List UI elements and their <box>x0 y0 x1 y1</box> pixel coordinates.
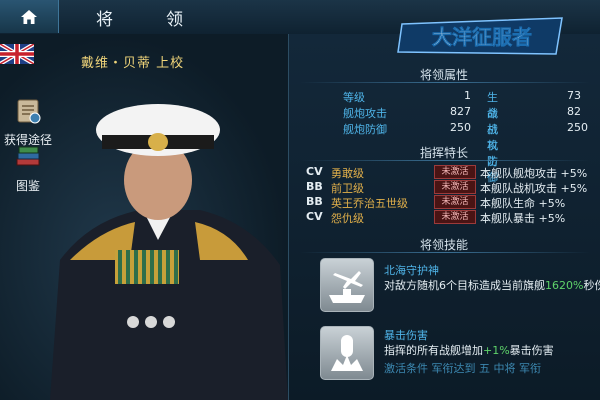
skill-1-desc: 对敌方随机6个目标造成当前旗舰1620%秒伤的伤 <box>384 279 600 292</box>
commander-name: 戴维・贝蒂 上校 <box>81 56 185 71</box>
logo-text: 大洋征服者 <box>432 25 532 49</box>
commander-portrait <box>50 104 288 400</box>
inactive-badge: 未激活 <box>434 180 476 194</box>
specialty-row: BB 前卫级 未激活 本舰队战机攻击 +5% <box>306 180 588 195</box>
union-jack-flag-icon <box>0 44 34 64</box>
game-logo: 大洋征服者 <box>397 17 563 55</box>
divider <box>300 160 590 161</box>
skill-2-name: 暴击伤害 <box>384 329 428 342</box>
skill-2-condition-partial: 激活条件 军衔达到 五 中将 军衔 <box>384 362 541 375</box>
inactive-badge: 未激活 <box>434 210 476 224</box>
skills-title: 将领技能 <box>419 238 468 252</box>
skill-2-desc: 指挥的所有战舰增加+1%暴击伤害 <box>384 344 554 357</box>
home-icon <box>21 9 37 24</box>
attr-value: 250 <box>567 121 588 134</box>
attr-value: 250 <box>450 121 471 134</box>
attr-row-2: 舰炮攻击 827 战机攻击 82 <box>343 105 581 168</box>
attr-value: 82 <box>567 105 581 118</box>
inactive-badge: 未激活 <box>434 165 476 179</box>
specialty-row: CV 勇敢级 未激活 本舰队舰炮攻击 +5% <box>306 165 588 180</box>
specialty-row: CV 怨仇级 未激活 本舰队暴击 +5% <box>306 210 566 225</box>
aircraft-fleet-icon <box>329 271 365 303</box>
attr-row-3: 舰炮防御 250 战机防御 250 <box>343 121 588 184</box>
skill-2-button[interactable] <box>320 326 374 380</box>
attr-label: 舰炮攻击 <box>343 107 387 120</box>
specialties-title: 指挥特长 <box>419 146 468 160</box>
attr-value: 1 <box>464 89 471 102</box>
skill-1-button[interactable] <box>320 258 374 312</box>
attr-label: 舰炮防御 <box>343 123 387 136</box>
divider <box>300 252 590 253</box>
attr-value: 73 <box>567 89 581 102</box>
attributes-title: 将领属性 <box>419 68 468 82</box>
page-title: 将 领 <box>96 10 201 30</box>
divider <box>300 82 590 83</box>
specialty-row: BB 英王乔治五世级 未激活 本舰队生命 +5% <box>306 195 566 210</box>
home-button[interactable] <box>0 0 59 33</box>
attr-label: 等级 <box>343 91 365 104</box>
attr-value: 827 <box>450 105 471 118</box>
skill-1-name: 北海守护神 <box>384 264 439 277</box>
bomb-blast-icon <box>331 335 363 371</box>
attr-row-1: 等级 1 生命 73 <box>343 89 581 120</box>
inactive-badge: 未激活 <box>434 195 476 209</box>
